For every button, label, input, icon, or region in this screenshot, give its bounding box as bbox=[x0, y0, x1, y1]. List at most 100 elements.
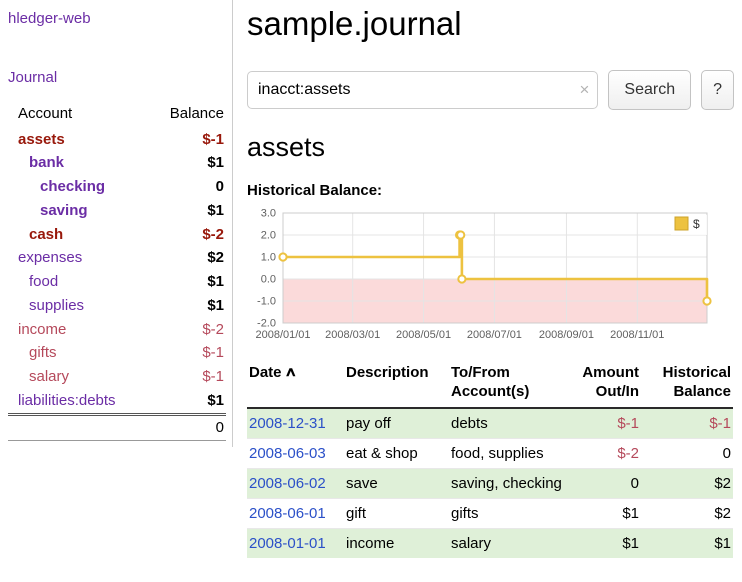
transaction-balance: $2 bbox=[641, 469, 733, 499]
account-link[interactable]: saving bbox=[40, 202, 88, 219]
account-link[interactable]: income bbox=[18, 321, 66, 338]
register-row[interactable]: 2008-01-01 income salary $1 $1 bbox=[247, 529, 733, 559]
transaction-date-link[interactable]: 2008-06-01 bbox=[249, 505, 326, 522]
transaction-date-link[interactable]: 2008-12-31 bbox=[249, 415, 326, 432]
transaction-description: eat & shop bbox=[344, 439, 449, 469]
account-row: checking 0 bbox=[8, 176, 226, 200]
transaction-accounts: gifts bbox=[449, 499, 569, 529]
search-bar: × Search ? bbox=[247, 70, 734, 110]
register-row[interactable]: 2008-06-02 save saving, checking 0 $2 bbox=[247, 469, 733, 499]
accounts-header-account: Account bbox=[8, 102, 143, 128]
transaction-accounts: salary bbox=[449, 529, 569, 559]
transaction-balance: $-1 bbox=[641, 408, 733, 439]
account-row: gifts $-1 bbox=[8, 342, 226, 366]
accounts-total-row: 0 bbox=[8, 415, 226, 441]
register-row[interactable]: 2008-06-03 eat & shop food, supplies $-2… bbox=[247, 439, 733, 469]
account-balance: $-1 bbox=[143, 128, 226, 152]
account-row: income $-2 bbox=[8, 318, 226, 342]
register-row[interactable]: 2008-06-01 gift gifts $1 $2 bbox=[247, 499, 733, 529]
register-header-amount[interactable]: AmountOut/In bbox=[569, 361, 641, 408]
svg-text:2008/09/01: 2008/09/01 bbox=[539, 329, 594, 341]
help-button[interactable]: ? bbox=[701, 70, 734, 110]
svg-text:2008/07/01: 2008/07/01 bbox=[467, 329, 522, 341]
register-header-date[interactable]: Date ∧ bbox=[247, 361, 344, 408]
transaction-balance: 0 bbox=[641, 439, 733, 469]
transaction-amount: $-2 bbox=[569, 439, 641, 469]
register-header-balance[interactable]: HistoricalBalance bbox=[641, 361, 733, 408]
transaction-date-link[interactable]: 2008-01-01 bbox=[249, 535, 326, 552]
svg-text:3.0: 3.0 bbox=[261, 208, 276, 220]
account-balance: $1 bbox=[143, 389, 226, 414]
account-row: cash $-2 bbox=[8, 223, 226, 247]
transaction-date-link[interactable]: 2008-06-02 bbox=[249, 475, 326, 492]
account-link[interactable]: expenses bbox=[18, 249, 82, 266]
sidebar-item-journal[interactable]: Journal bbox=[8, 69, 226, 86]
svg-text:-2.0: -2.0 bbox=[257, 318, 276, 330]
historical-balance-chart[interactable]: 3.02.01.00.0-1.0-2.02008/01/012008/03/01… bbox=[247, 205, 717, 349]
svg-text:2008/11/01: 2008/11/01 bbox=[610, 329, 664, 341]
svg-text:2008/03/01: 2008/03/01 bbox=[325, 329, 380, 341]
accounts-table: Account Balance assets $-1 bank $1 check… bbox=[8, 102, 226, 441]
transaction-description: pay off bbox=[344, 408, 449, 439]
account-balance: $-1 bbox=[143, 366, 226, 390]
account-balance: $1 bbox=[143, 152, 226, 176]
transaction-description: gift bbox=[344, 499, 449, 529]
sidebar: hledger-web Journal Account Balance asse… bbox=[0, 0, 233, 447]
account-balance: $-1 bbox=[143, 342, 226, 366]
register-row[interactable]: 2008-12-31 pay off debts $-1 $-1 bbox=[247, 408, 733, 439]
svg-text:1.0: 1.0 bbox=[261, 252, 276, 264]
account-link[interactable]: liabilities:debts bbox=[18, 392, 116, 409]
svg-text:0.0: 0.0 bbox=[261, 274, 276, 286]
account-row: saving $1 bbox=[8, 199, 226, 223]
account-link[interactable]: supplies bbox=[29, 297, 84, 314]
account-balance: 0 bbox=[143, 176, 226, 200]
transaction-amount: $1 bbox=[569, 529, 641, 559]
account-link[interactable]: cash bbox=[29, 226, 63, 243]
transaction-description: income bbox=[344, 529, 449, 559]
account-balance: $1 bbox=[143, 271, 226, 295]
svg-text:2008/01/01: 2008/01/01 bbox=[255, 329, 310, 341]
account-heading: assets bbox=[247, 132, 734, 162]
search-field-wrap: × bbox=[247, 71, 598, 109]
page-title: sample.journal bbox=[247, 4, 734, 44]
search-input[interactable] bbox=[247, 71, 598, 109]
account-balance: $1 bbox=[143, 294, 226, 318]
account-link[interactable]: salary bbox=[29, 368, 69, 385]
sort-ascending-icon: ∧ bbox=[284, 362, 297, 381]
account-balance: $1 bbox=[143, 199, 226, 223]
search-button[interactable]: Search bbox=[608, 70, 691, 110]
account-balance: $-2 bbox=[143, 318, 226, 342]
accounts-header-balance: Balance bbox=[143, 102, 226, 128]
account-row: bank $1 bbox=[8, 152, 226, 176]
transaction-amount: 0 bbox=[569, 469, 641, 499]
account-row: liabilities:debts $1 bbox=[8, 389, 226, 414]
transaction-description: save bbox=[344, 469, 449, 499]
register-header-accounts[interactable]: To/FromAccount(s) bbox=[449, 361, 569, 408]
account-row: assets $-1 bbox=[8, 128, 226, 152]
transaction-accounts: debts bbox=[449, 408, 569, 439]
account-link[interactable]: assets bbox=[18, 131, 65, 148]
account-row: expenses $2 bbox=[8, 247, 226, 271]
register-header-description[interactable]: Description bbox=[344, 361, 449, 408]
app-title-link[interactable]: hledger-web bbox=[8, 10, 226, 27]
transaction-balance: $2 bbox=[641, 499, 733, 529]
account-link[interactable]: bank bbox=[29, 154, 64, 171]
transaction-accounts: food, supplies bbox=[449, 439, 569, 469]
transaction-balance: $1 bbox=[641, 529, 733, 559]
accounts-total-balance: 0 bbox=[143, 415, 226, 441]
account-link[interactable]: checking bbox=[40, 178, 105, 195]
svg-text:2.0: 2.0 bbox=[261, 230, 276, 242]
chart-title: Historical Balance: bbox=[247, 182, 734, 199]
account-link[interactable]: food bbox=[29, 273, 58, 290]
account-row: salary $-1 bbox=[8, 366, 226, 390]
svg-text:$: $ bbox=[693, 217, 700, 231]
svg-text:2008/05/01: 2008/05/01 bbox=[396, 329, 451, 341]
transaction-date-link[interactable]: 2008-06-03 bbox=[249, 445, 326, 462]
transaction-amount: $1 bbox=[569, 499, 641, 529]
main-content: sample.journal × Search ? assets Histori… bbox=[233, 0, 742, 558]
account-row: supplies $1 bbox=[8, 294, 226, 318]
account-balance: $2 bbox=[143, 247, 226, 271]
clear-search-icon[interactable]: × bbox=[579, 80, 589, 100]
account-link[interactable]: gifts bbox=[29, 344, 57, 361]
transaction-accounts: saving, checking bbox=[449, 469, 569, 499]
